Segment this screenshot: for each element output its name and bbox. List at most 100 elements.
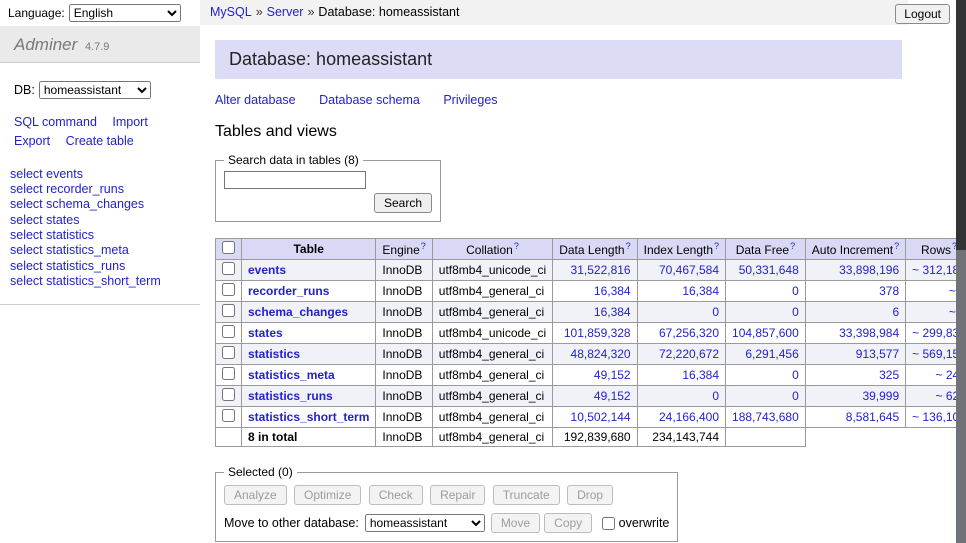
sidebar-create-table-link[interactable]: Create table: [66, 134, 134, 148]
doc-link[interactable]: ?: [514, 241, 519, 251]
row-checkbox[interactable]: [222, 325, 235, 338]
data-free-link[interactable]: 104,857,600: [732, 326, 799, 340]
breadcrumb-server-link[interactable]: Server: [267, 5, 304, 19]
table-row: statistics InnoDB utf8mb4_general_ci 48,…: [216, 344, 966, 365]
sidebar-item-select-statistics[interactable]: select statistics: [10, 228, 190, 243]
table-name-link[interactable]: statistics_runs: [248, 389, 333, 403]
privileges-link[interactable]: Privileges: [443, 93, 497, 107]
data-length-link[interactable]: 31,522,816: [571, 263, 631, 277]
index-length-link[interactable]: 24,166,400: [659, 410, 719, 424]
index-length-link[interactable]: 16,384: [682, 284, 719, 298]
data-free-link[interactable]: 0: [792, 284, 799, 298]
data-length-link[interactable]: 49,152: [594, 389, 631, 403]
auto-increment-link[interactable]: 33,398,984: [839, 326, 899, 340]
vertical-scrollbar[interactable]: [956, 0, 966, 543]
doc-link[interactable]: ?: [894, 241, 899, 251]
data-free-link[interactable]: 0: [792, 389, 799, 403]
data-length-cell: 49,152: [553, 386, 637, 407]
index-length-link[interactable]: 0: [712, 305, 719, 319]
db-select[interactable]: homeassistant: [39, 81, 151, 99]
table-name-link[interactable]: events: [248, 263, 286, 277]
auto-increment-link[interactable]: 378: [879, 284, 899, 298]
row-checkbox[interactable]: [222, 409, 235, 422]
data-length-link[interactable]: 10,502,144: [571, 410, 631, 424]
sidebar-item-select-events[interactable]: select events: [10, 167, 190, 182]
doc-link[interactable]: ?: [790, 241, 795, 251]
auto-increment-link[interactable]: 325: [879, 368, 899, 382]
table-name-link[interactable]: states: [248, 326, 283, 340]
index-length-link[interactable]: 0: [712, 389, 719, 403]
breadcrumb-mysql-link[interactable]: MySQL: [210, 5, 252, 19]
index-length-link[interactable]: 70,467,584: [659, 263, 719, 277]
check-button[interactable]: Check: [369, 485, 423, 505]
sidebar-export-link[interactable]: Export: [14, 134, 50, 148]
index-length-link[interactable]: 16,384: [682, 368, 719, 382]
row-checkbox[interactable]: [222, 346, 235, 359]
table-name-link[interactable]: schema_changes: [248, 305, 348, 319]
index-length-link[interactable]: 72,220,672: [659, 347, 719, 361]
total-check-cell: [216, 428, 242, 447]
data-free-link[interactable]: 6,291,456: [745, 347, 798, 361]
scrollbar-thumb[interactable]: [956, 0, 966, 250]
data-length-link[interactable]: 16,384: [594, 305, 631, 319]
alter-database-link[interactable]: Alter database: [215, 93, 296, 107]
search-button[interactable]: Search: [374, 193, 432, 213]
language-select[interactable]: English: [69, 4, 181, 22]
move-db-select[interactable]: homeassistant: [365, 514, 485, 532]
row-checkbox[interactable]: [222, 367, 235, 380]
row-checkbox[interactable]: [222, 283, 235, 296]
auto-increment-link[interactable]: 33,898,196: [839, 263, 899, 277]
auto-increment-link[interactable]: 8,581,645: [846, 410, 899, 424]
sidebar-item-select-states[interactable]: select states: [10, 213, 190, 228]
language-bar: Language:English: [8, 4, 181, 22]
sidebar-item-select-statistics-meta[interactable]: select statistics_meta: [10, 243, 190, 258]
sidebar-item-select-statistics-short-term[interactable]: select statistics_short_term: [10, 274, 190, 289]
total-data-length: 192,839,680: [553, 428, 637, 447]
table-name-link[interactable]: statistics_meta: [248, 368, 335, 382]
data-free-link[interactable]: 50,331,648: [739, 263, 799, 277]
data-length-link[interactable]: 16,384: [594, 284, 631, 298]
move-button[interactable]: Move: [491, 513, 540, 533]
sidebar-sql-command-link[interactable]: SQL command: [14, 115, 97, 129]
data-free-link[interactable]: 0: [792, 368, 799, 382]
truncate-button[interactable]: Truncate: [493, 485, 560, 505]
optimize-button[interactable]: Optimize: [294, 485, 361, 505]
data-free-link[interactable]: 188,743,680: [732, 410, 799, 424]
drop-button[interactable]: Drop: [567, 485, 613, 505]
database-schema-link[interactable]: Database schema: [319, 93, 420, 107]
auto-increment-cell: 33,398,984: [805, 323, 905, 344]
data-length-link[interactable]: 49,152: [594, 368, 631, 382]
auto-increment-link[interactable]: 913,577: [856, 347, 899, 361]
copy-button[interactable]: Copy: [544, 513, 592, 533]
index-length-link[interactable]: 67,256,320: [659, 326, 719, 340]
analyze-button[interactable]: Analyze: [224, 485, 287, 505]
auto-increment-link[interactable]: 39,999: [862, 389, 899, 403]
data-length-link[interactable]: 101,859,328: [564, 326, 631, 340]
data-length-link[interactable]: 48,824,320: [571, 347, 631, 361]
data-length-cell: 16,384: [553, 302, 637, 323]
data-free-link[interactable]: 0: [792, 305, 799, 319]
row-checkbox[interactable]: [222, 388, 235, 401]
breadcrumb-separator: »: [307, 5, 314, 19]
doc-link[interactable]: ?: [626, 241, 631, 251]
sidebar-item-select-statistics-runs[interactable]: select statistics_runs: [10, 259, 190, 274]
sidebar-item-select-recorder-runs[interactable]: select recorder_runs: [10, 182, 190, 197]
sidebar-item-select-schema-changes[interactable]: select schema_changes: [10, 197, 190, 212]
doc-link[interactable]: ?: [714, 241, 719, 251]
check-all-checkbox[interactable]: [222, 241, 235, 254]
table-name-link[interactable]: recorder_runs: [248, 284, 329, 298]
repair-button[interactable]: Repair: [430, 485, 485, 505]
sidebar-import-link[interactable]: Import: [112, 115, 147, 129]
row-checkbox[interactable]: [222, 304, 235, 317]
table-name-link[interactable]: statistics_short_term: [248, 410, 369, 424]
row-checkbox[interactable]: [222, 262, 235, 275]
table-name-link[interactable]: statistics: [248, 347, 300, 361]
tables-table-header-row: Table Engine? Collation? Data Length? In…: [216, 239, 966, 260]
auto-increment-link[interactable]: 6: [892, 305, 899, 319]
overwrite-checkbox[interactable]: [602, 517, 615, 530]
doc-link[interactable]: ?: [421, 241, 426, 251]
row-checkbox-cell: [216, 365, 242, 386]
logout-button[interactable]: Logout: [895, 4, 950, 24]
overwrite-option: overwrite: [602, 516, 669, 530]
search-input[interactable]: [224, 171, 366, 189]
